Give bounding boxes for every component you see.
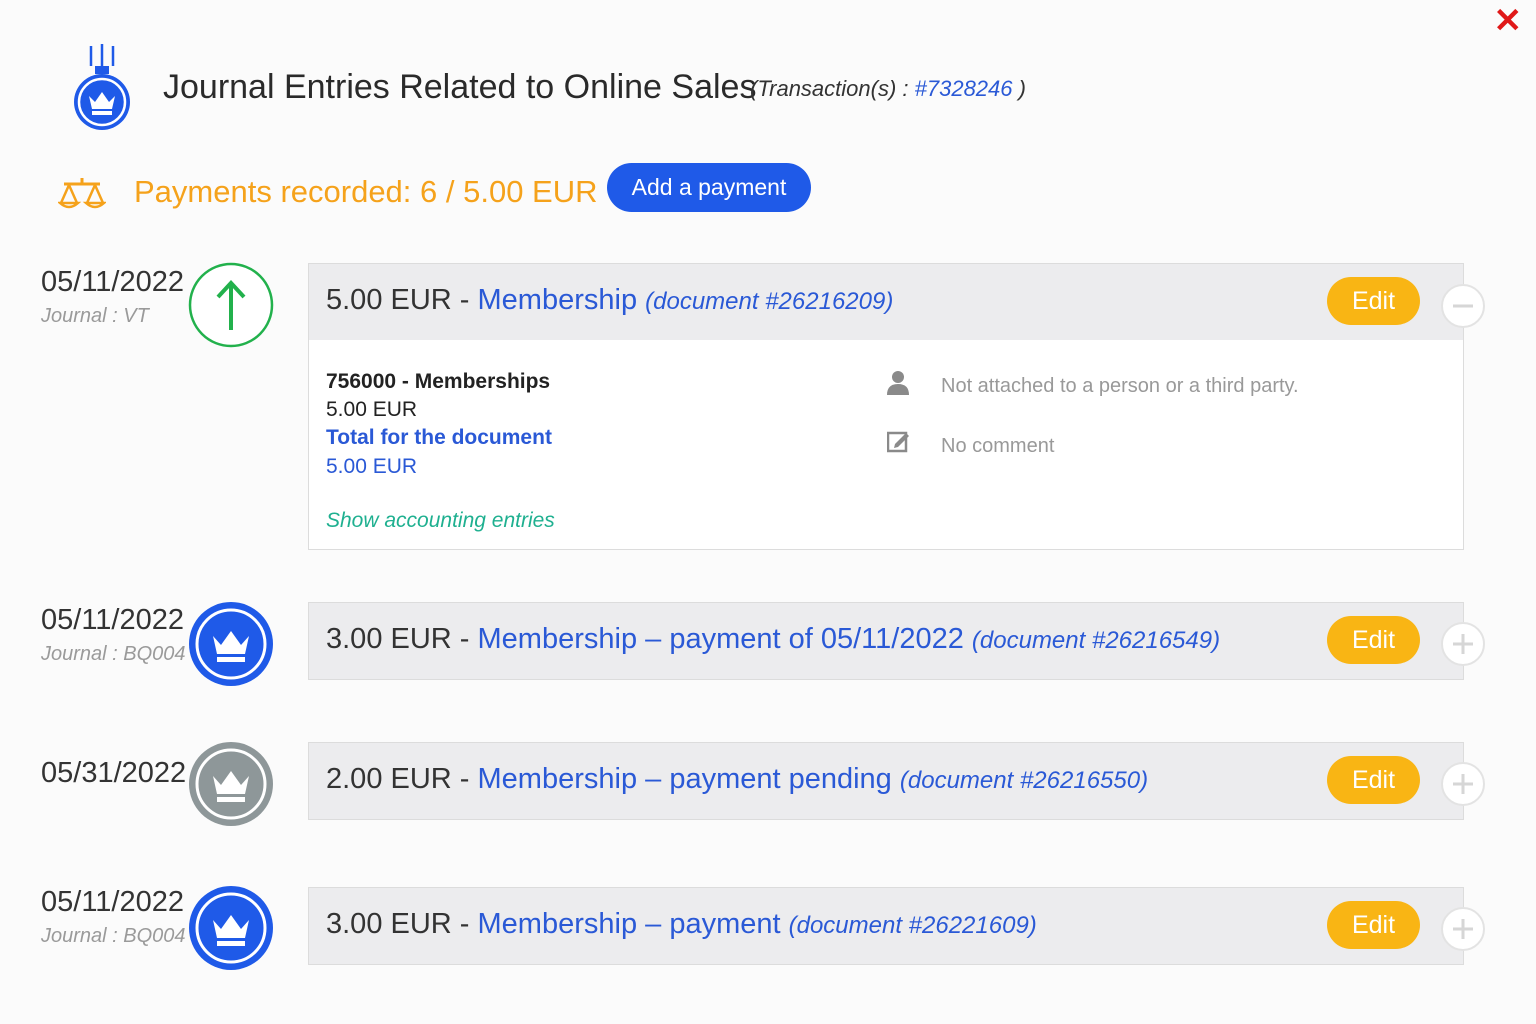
entry-journal: Journal : BQ004 <box>41 925 186 947</box>
minus-icon <box>1453 304 1473 308</box>
entry-summary: 2.00 EUR - Membership – payment pending … <box>326 763 1149 795</box>
entry-journal: Journal : VT <box>41 305 149 327</box>
crown-logo-icon <box>70 42 134 134</box>
entry-label-link[interactable]: Membership – payment of 05/11/2022 <box>478 623 964 655</box>
document-reference: (document #26216209) <box>645 288 894 315</box>
plus-icon <box>1453 919 1473 939</box>
arrow-up-icon <box>188 262 274 348</box>
entry-date: 05/11/2022 <box>41 266 184 298</box>
document-reference: (document #26216550) <box>899 767 1149 794</box>
edit-button[interactable]: Edit <box>1327 756 1420 804</box>
entry-label-link[interactable]: Membership – payment <box>478 908 781 940</box>
entry-summary: 5.00 EUR - Membership (document #2621620… <box>326 284 894 316</box>
entry-header-bar[interactable]: 3.00 EUR - Membership – payment (documen… <box>308 887 1464 965</box>
transaction-link[interactable]: #7328246 <box>915 76 1013 101</box>
expand-button[interactable] <box>1441 907 1485 951</box>
entry-journal: Journal : BQ004 <box>41 643 186 665</box>
person-icon <box>887 370 909 401</box>
account-label: 756000 - Memberships <box>326 370 551 393</box>
document-reference: (document #26216549) <box>971 627 1221 654</box>
entry-date: 05/11/2022 <box>41 604 184 636</box>
crown-pending-icon <box>188 741 274 827</box>
crown-icon <box>188 885 274 971</box>
edit-button[interactable]: Edit <box>1327 616 1420 664</box>
expand-button[interactable] <box>1441 622 1485 666</box>
entry-details-panel: 756000 - Memberships 5.00 EUR Total for … <box>308 340 1464 550</box>
plus-icon <box>1453 774 1473 794</box>
edit-button[interactable]: Edit <box>1327 277 1420 325</box>
entry-date: 05/31/2022 <box>41 757 187 789</box>
comment-status: No comment <box>941 435 1055 457</box>
account-amount: 5.00 EUR <box>326 398 418 421</box>
payments-recorded-text: Payments recorded: 6 / 5.00 EUR <box>134 174 598 209</box>
entry-label-link[interactable]: Membership – payment pending <box>478 763 892 795</box>
payments-summary-row: Payments recorded: 6 / 5.00 EUR Add a pa… <box>56 162 958 222</box>
page-title: Journal Entries Related to Online Sales <box>163 68 757 106</box>
plus-icon <box>1453 634 1473 654</box>
show-accounting-entries-link[interactable]: Show accounting entries <box>326 509 555 533</box>
collapse-button[interactable] <box>1441 284 1485 328</box>
total-label: Total for the document <box>326 426 552 449</box>
entry-header-bar[interactable]: 3.00 EUR - Membership – payment of 05/11… <box>308 602 1464 680</box>
add-payment-button[interactable]: Add a payment <box>607 163 811 212</box>
entry-summary: 3.00 EUR - Membership – payment (documen… <box>326 908 1037 940</box>
entry-header-bar[interactable]: 2.00 EUR - Membership – payment pending … <box>308 742 1464 820</box>
header: Journal Entries Related to Online Sales … <box>70 42 1370 142</box>
transaction-reference: (Transaction(s) : #7328246 ) <box>750 76 1026 101</box>
close-icon[interactable]: ✕ <box>1494 4 1523 38</box>
expand-button[interactable] <box>1441 762 1485 806</box>
entry-header-bar[interactable]: 5.00 EUR - Membership (document #2621620… <box>308 263 1464 341</box>
total-amount: 5.00 EUR <box>326 455 418 478</box>
entry-date: 05/11/2022 <box>41 886 184 918</box>
balance-scale-icon <box>56 176 108 217</box>
edit-button[interactable]: Edit <box>1327 901 1420 949</box>
entry-summary: 3.00 EUR - Membership – payment of 05/11… <box>326 623 1221 655</box>
person-status: Not attached to a person or a third part… <box>941 375 1299 397</box>
crown-icon <box>188 601 274 687</box>
entry-label-link[interactable]: Membership <box>478 284 638 316</box>
document-reference: (document #26221609) <box>788 912 1037 939</box>
edit-note-icon <box>886 430 911 459</box>
